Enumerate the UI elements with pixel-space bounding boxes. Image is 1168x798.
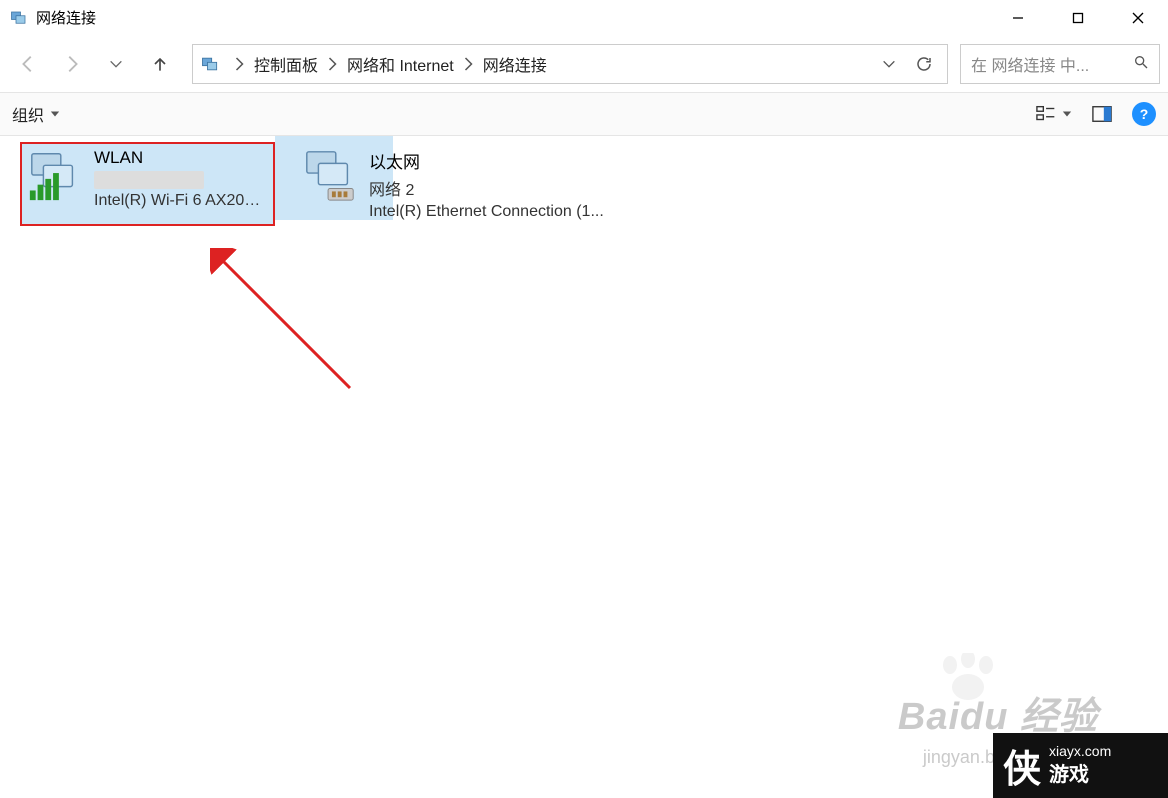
- organize-menu[interactable]: 组织: [12, 102, 60, 126]
- refresh-button[interactable]: [915, 55, 933, 73]
- connection-name: 以太网: [369, 148, 604, 173]
- chevron-right-icon[interactable]: [454, 57, 483, 71]
- chevron-down-icon: [50, 109, 60, 119]
- search-input[interactable]: 在 网络连接 中...: [960, 44, 1160, 84]
- annotation-arrow: [210, 248, 370, 408]
- recent-dropdown[interactable]: [96, 44, 136, 84]
- connection-description: Intel(R) Wi-Fi 6 AX201 160MHz: [94, 192, 269, 210]
- breadcrumb-item[interactable]: 控制面板: [254, 52, 318, 76]
- breadcrumb-item[interactable]: 网络和 Internet: [347, 52, 454, 76]
- organize-label: 组织: [12, 102, 44, 126]
- chevron-down-icon: [1062, 109, 1072, 119]
- ethernet-adapter-icon: [301, 146, 359, 204]
- close-button[interactable]: [1108, 0, 1168, 35]
- badge-logo: 侠: [1003, 738, 1041, 793]
- search-placeholder: 在 网络连接 中...: [971, 52, 1133, 76]
- app-icon: [10, 9, 28, 27]
- address-dropdown[interactable]: [881, 56, 897, 72]
- content-area: WLAN Intel(R) Wi-Fi 6 AX201 160MHz 以太网 网…: [0, 136, 1168, 226]
- chevron-right-icon[interactable]: [318, 57, 347, 71]
- view-options-button[interactable]: [1036, 104, 1072, 124]
- title-bar: 网络连接: [0, 0, 1168, 36]
- connection-status: 网络 2: [369, 176, 604, 200]
- connection-description: Intel(R) Ethernet Connection (1...: [369, 203, 604, 221]
- chevron-right-icon[interactable]: [225, 57, 254, 71]
- paw-watermark-icon: [938, 653, 998, 703]
- search-icon: [1133, 54, 1149, 75]
- help-button[interactable]: ?: [1132, 102, 1156, 126]
- location-icon: [199, 53, 221, 75]
- up-button[interactable]: [140, 44, 180, 84]
- connection-status: [94, 171, 204, 189]
- watermark-badge: 侠 xiayx.com 游戏: [993, 733, 1168, 798]
- breadcrumb-item[interactable]: 网络连接: [483, 52, 547, 76]
- connection-item-ethernet[interactable]: 以太网 网络 2 Intel(R) Ethernet Connection (1…: [295, 142, 670, 226]
- badge-line1: xiayx.com: [1049, 742, 1111, 762]
- forward-button[interactable]: [52, 44, 92, 84]
- preview-pane-button[interactable]: [1092, 105, 1112, 123]
- connection-name: WLAN: [94, 148, 269, 168]
- address-bar[interactable]: 控制面板 网络和 Internet 网络连接: [192, 44, 948, 84]
- window-title: 网络连接: [36, 7, 96, 28]
- back-button[interactable]: [8, 44, 48, 84]
- wifi-adapter-icon: [26, 146, 84, 204]
- nav-row: 控制面板 网络和 Internet 网络连接 在 网络连接 中...: [0, 36, 1168, 92]
- connection-item-wlan[interactable]: WLAN Intel(R) Wi-Fi 6 AX201 160MHz: [20, 142, 275, 226]
- minimize-button[interactable]: [988, 0, 1048, 35]
- toolbar: 组织 ?: [0, 92, 1168, 136]
- badge-line2: 游戏: [1049, 761, 1111, 789]
- window-controls: [988, 0, 1168, 35]
- maximize-button[interactable]: [1048, 0, 1108, 35]
